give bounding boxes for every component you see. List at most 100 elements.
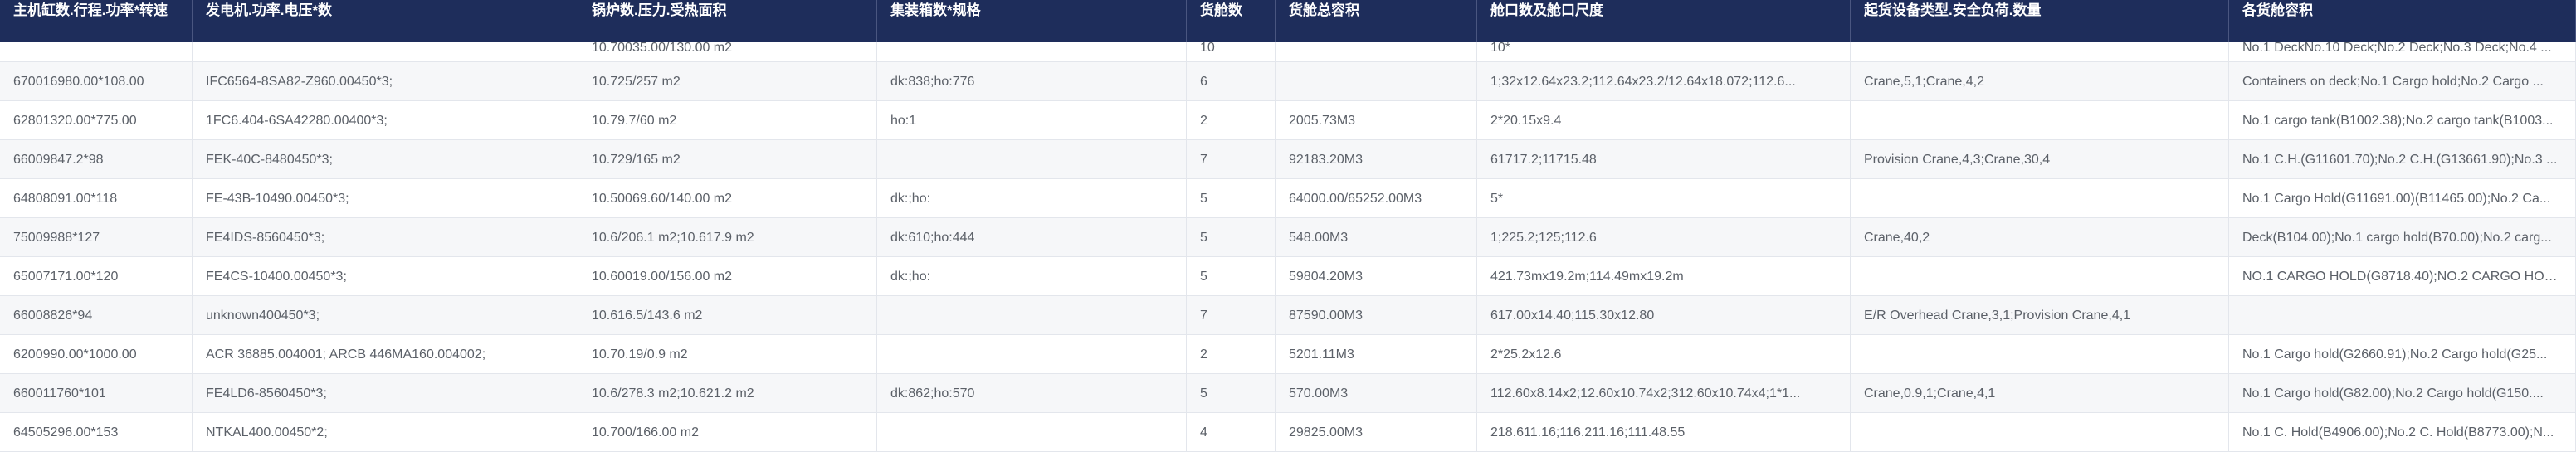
header-generator-col[interactable]: 发电机.功率.电压*数	[193, 0, 578, 42]
cell-generator-col: IFC6564-8SA82-Z960.00450*3;	[193, 62, 578, 101]
cell-hold-volumes-col: No.1 Cargo Hold(G11691.00)(B11465.00);No…	[2229, 179, 2576, 218]
cell-hold-volume-col: 92183.20M3	[1276, 140, 1477, 179]
cell-hold-count-col: 7	[1187, 140, 1276, 179]
cell-hold-volumes-col: NO.1 CARGO HOLD(G8718.40);NO.2 CARGO HOL…	[2229, 257, 2576, 296]
cell-main-engine-col: 64505296.00*153	[0, 413, 193, 452]
cell-hold-volume-col: 29825.00M3	[1276, 413, 1477, 452]
cell-hatch-col: 10*	[1477, 42, 1851, 62]
cell-hatch-col: 112.60x8.14x2;12.60x10.74x2;312.60x10.74…	[1477, 374, 1851, 413]
cell-cargo-gear-col: Provision Crane,4,3;Crane,30,4	[1851, 140, 2229, 179]
cell-boiler-col: 10.50069.60/140.00 m2	[578, 179, 877, 218]
cell-cargo-gear-col	[1851, 335, 2229, 374]
cell-hatch-col: 2*25.2x12.6	[1477, 335, 1851, 374]
cell-cargo-gear-col	[1851, 179, 2229, 218]
cell-main-engine-col: 66008826*94	[0, 296, 193, 335]
cell-hold-volume-col: 2005.73M3	[1276, 101, 1477, 140]
cell-main-engine-col: 660011760*101	[0, 374, 193, 413]
cell-hold-count-col: 5	[1187, 218, 1276, 257]
cell-container-col	[877, 335, 1187, 374]
cell-generator-col: 1FC6.404-6SA42280.00400*3;	[193, 101, 578, 140]
cell-hold-volumes-col: No.1 Cargo hold(G82.00);No.2 Cargo hold(…	[2229, 374, 2576, 413]
cell-cargo-gear-col	[1851, 257, 2229, 296]
cell-hatch-col: 218.611.16;116.211.16;111.48.55	[1477, 413, 1851, 452]
cell-hold-volume-col	[1276, 62, 1477, 101]
cell-hold-volumes-col: Deck(B104.00);No.1 cargo hold(B70.00);No…	[2229, 218, 2576, 257]
header-boiler-col[interactable]: 锅炉数.压力.受热面积	[578, 0, 877, 42]
cell-container-col: dk:838;ho:776	[877, 62, 1187, 101]
cell-hold-volumes-col: Containers on deck;No.1 Cargo hold;No.2 …	[2229, 62, 2576, 101]
cell-hold-volume-col: 59804.20M3	[1276, 257, 1477, 296]
cell-boiler-col: 10.60019.00/156.00 m2	[578, 257, 877, 296]
cell-hold-count-col: 4	[1187, 413, 1276, 452]
cell-boiler-col: 10.725/257 m2	[578, 62, 877, 101]
cell-container-col	[877, 140, 1187, 179]
cell-boiler-col: 10.6/206.1 m2;10.617.9 m2	[578, 218, 877, 257]
cell-generator-col: FEK-40C-8480450*3;	[193, 140, 578, 179]
cell-container-col: dk:862;ho:570	[877, 374, 1187, 413]
cell-hold-volumes-col: No.1 Cargo hold(G2660.91);No.2 Cargo hol…	[2229, 335, 2576, 374]
cell-boiler-col: 10.79.7/60 m2	[578, 101, 877, 140]
cell-hatch-col: 2*20.15x9.4	[1477, 101, 1851, 140]
cell-generator-col: FE4LD6-8560450*3;	[193, 374, 578, 413]
cell-generator-col: FE4IDS-8560450*3;	[193, 218, 578, 257]
cell-hold-volume-col: 5201.11M3	[1276, 335, 1477, 374]
cell-generator-col: FE-43B-10490.00450*3;	[193, 179, 578, 218]
cell-cargo-gear-col: Crane,0.9,1;Crane,4,1	[1851, 374, 2229, 413]
cell-cargo-gear-col	[1851, 42, 2229, 62]
cell-hold-count-col: 5	[1187, 179, 1276, 218]
cell-hatch-col: 1;32x12.64x23.2;112.64x23.2/12.64x18.072…	[1477, 62, 1851, 101]
header-cargo-gear-col[interactable]: 起货设备类型.安全负荷.数量	[1851, 0, 2229, 42]
cell-boiler-col: 10.700/166.00 m2	[578, 413, 877, 452]
cell-hold-count-col: 2	[1187, 101, 1276, 140]
cell-hold-volume-col: 64000.00/65252.00M3	[1276, 179, 1477, 218]
cell-boiler-col: 10.70035.00/130.00 m2	[578, 42, 877, 62]
cell-main-engine-col: 6200990.00*1000.00	[0, 335, 193, 374]
cell-hold-volumes-col	[2229, 296, 2576, 335]
cell-container-col	[877, 413, 1187, 452]
cell-generator-col	[193, 42, 578, 62]
cell-boiler-col: 10.729/165 m2	[578, 140, 877, 179]
cell-main-engine-col: 66009847.2*98	[0, 140, 193, 179]
cell-hold-volume-col: 548.00M3	[1276, 218, 1477, 257]
cell-hold-volumes-col: No.1 C. Hold(B4906.00);No.2 C. Hold(B877…	[2229, 413, 2576, 452]
cell-boiler-col: 10.6/278.3 m2;10.621.2 m2	[578, 374, 877, 413]
cell-boiler-col: 10.70.19/0.9 m2	[578, 335, 877, 374]
cell-generator-col: NTKAL400.00450*2;	[193, 413, 578, 452]
cell-hold-volume-col	[1276, 42, 1477, 62]
cell-boiler-col: 10.616.5/143.6 m2	[578, 296, 877, 335]
cell-hold-count-col: 10	[1187, 42, 1276, 62]
cell-hold-volumes-col: No.1 C.H.(G11601.70);No.2 C.H.(G13661.90…	[2229, 140, 2576, 179]
cell-hold-volumes-col: No.1 cargo tank(B1002.38);No.2 cargo tan…	[2229, 101, 2576, 140]
cell-main-engine-col: 75009988*127	[0, 218, 193, 257]
header-hold-volumes-col[interactable]: 各货舱容积	[2229, 0, 2576, 42]
cell-cargo-gear-col: E/R Overhead Crane,3,1;Provision Crane,4…	[1851, 296, 2229, 335]
cell-generator-col: FE4CS-10400.00450*3;	[193, 257, 578, 296]
cell-cargo-gear-col	[1851, 413, 2229, 452]
cell-hatch-col: 617.00x14.40;115.30x12.80	[1477, 296, 1851, 335]
cell-hold-count-col: 5	[1187, 374, 1276, 413]
cell-main-engine-col: 64808091.00*118	[0, 179, 193, 218]
cell-hold-count-col: 2	[1187, 335, 1276, 374]
cell-cargo-gear-col	[1851, 101, 2229, 140]
cell-hatch-col: 1;225.2;125;112.6	[1477, 218, 1851, 257]
header-hold-volume-col[interactable]: 货舱总容积	[1276, 0, 1477, 42]
cell-main-engine-col: 670016980.00*108.00	[0, 62, 193, 101]
cell-container-col: ho:1	[877, 101, 1187, 140]
cell-main-engine-col: 65007171.00*120	[0, 257, 193, 296]
cell-generator-col: ACR 36885.004001; ARCB 446MA160.004002;	[193, 335, 578, 374]
cell-hold-volumes-col: No.1 DeckNo.10 Deck;No.2 Deck;No.3 Deck;…	[2229, 42, 2576, 62]
cell-cargo-gear-col: Crane,5,1;Crane,4,2	[1851, 62, 2229, 101]
cell-generator-col: unknown400450*3;	[193, 296, 578, 335]
cell-hold-count-col: 7	[1187, 296, 1276, 335]
header-hatch-col[interactable]: 舱口数及舱口尺度	[1477, 0, 1851, 42]
header-hold-count-col[interactable]: 货舱数	[1187, 0, 1276, 42]
cell-container-col	[877, 42, 1187, 62]
header-main-engine-col[interactable]: 主机缸数.行程.功率*转速	[0, 0, 193, 42]
cell-hatch-col: 5*	[1477, 179, 1851, 218]
cell-hold-count-col: 6	[1187, 62, 1276, 101]
cell-cargo-gear-col: Crane,40,2	[1851, 218, 2229, 257]
cell-container-col: dk:;ho:	[877, 179, 1187, 218]
cell-container-col	[877, 296, 1187, 335]
cell-hatch-col: 61717.2;11715.48	[1477, 140, 1851, 179]
header-container-col[interactable]: 集装箱数*规格	[877, 0, 1187, 42]
